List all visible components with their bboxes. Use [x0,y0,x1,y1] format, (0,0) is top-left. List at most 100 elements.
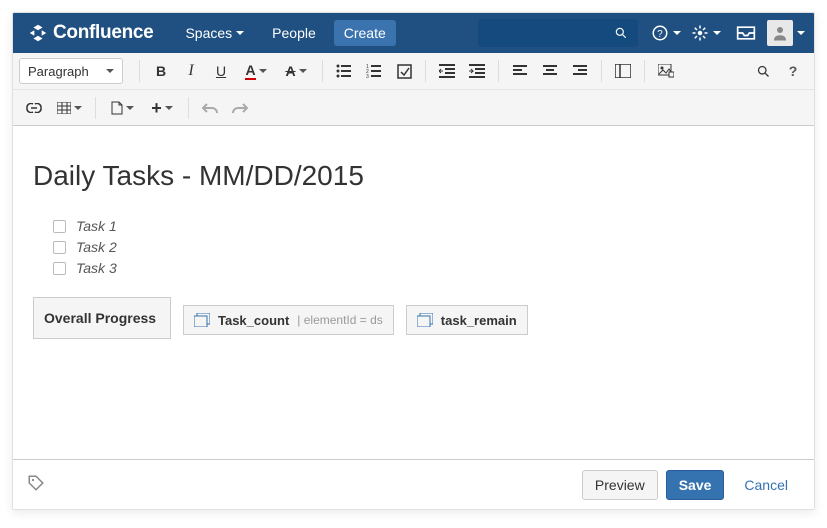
task-item[interactable]: Task 2 [53,237,794,258]
help-button[interactable]: ? [778,56,808,86]
underline-button[interactable]: U [206,56,236,86]
progress-header-cell[interactable]: Overall Progress [33,297,171,339]
insert-more-button[interactable]: + [142,93,182,123]
profile-menu[interactable] [766,13,806,53]
editor-toolbar: Paragraph B I U A A 123 [13,53,814,126]
page-icon [111,101,123,115]
align-center-icon [543,65,557,77]
labels-button[interactable] [27,474,45,495]
outdent-icon [439,64,455,78]
link-button[interactable] [19,93,49,123]
bullet-list-button[interactable] [329,56,359,86]
nav-spaces[interactable]: Spaces [171,13,258,53]
italic-button[interactable]: I [176,56,206,86]
macro-placeholder[interactable]: Task_count elementId = ds [183,305,394,335]
task-label: Task 3 [76,258,117,279]
align-right-icon [573,65,587,77]
global-header: Confluence Spaces People Create ? [13,13,814,53]
bullet-list-icon [336,64,352,78]
caret-down-icon [236,31,244,35]
checkbox-icon[interactable] [53,220,66,233]
save-label: Save [679,477,712,493]
task-list-button[interactable] [389,56,419,86]
search-icon [614,26,628,40]
paragraph-style-select[interactable]: Paragraph [19,58,123,84]
person-icon [771,24,789,42]
checkbox-icon[interactable] [53,241,66,254]
cancel-label: Cancel [744,477,788,493]
link-icon [26,103,42,113]
create-label: Create [344,25,386,41]
task-item[interactable]: Task 1 [53,216,794,237]
macro-name: Task_count [218,313,289,328]
redo-button[interactable] [225,93,255,123]
search-input[interactable] [478,19,638,47]
numbered-list-icon: 123 [366,64,382,78]
page-layout-button[interactable] [608,56,638,86]
app-frame: Confluence Spaces People Create ? [12,12,815,510]
text-color-button[interactable]: A [236,56,276,86]
help-menu[interactable]: ? [646,13,686,53]
redo-icon [232,101,248,115]
progress-row: Overall Progress Task_count elementId = … [33,297,794,339]
macro-parameters: elementId = ds [297,313,383,327]
admin-menu[interactable] [686,13,726,53]
task-label: Task 2 [76,237,117,258]
numbered-list-button[interactable]: 123 [359,56,389,86]
editor-content[interactable]: Daily Tasks - MM/DD/2015 Task 1 Task 2 T… [13,126,814,460]
table-button[interactable] [49,93,89,123]
undo-icon [202,101,218,115]
nav-people-label: People [272,25,316,41]
svg-text:?: ? [657,29,663,40]
progress-cell[interactable]: Task_count elementId = ds task_remain [183,297,528,339]
checkbox-icon[interactable] [53,262,66,275]
indent-button[interactable] [462,56,492,86]
macro-placeholder[interactable]: task_remain [406,305,528,335]
save-button[interactable]: Save [666,470,725,500]
product-name: Confluence [53,22,153,44]
align-left-button[interactable] [505,56,535,86]
preview-button[interactable]: Preview [582,470,658,500]
notifications-button[interactable] [726,13,766,53]
search-icon [756,64,771,79]
preview-label: Preview [595,477,645,493]
macro-icon [194,313,210,327]
confluence-icon [27,22,49,44]
caret-down-icon [797,31,805,35]
task-item[interactable]: Task 3 [53,258,794,279]
svg-text:3: 3 [366,74,369,78]
tray-icon [736,25,756,41]
confluence-logo[interactable]: Confluence [27,22,153,44]
caret-down-icon [106,69,114,73]
macro-name: task_remain [441,313,517,328]
undo-button[interactable] [195,93,225,123]
insert-template-button[interactable] [102,93,142,123]
bold-button[interactable]: B [146,56,176,86]
nav-people[interactable]: People [258,13,330,53]
task-label: Task 1 [76,216,117,237]
align-left-icon [513,65,527,77]
avatar [767,20,793,46]
tag-icon [27,474,45,492]
editor-footer: Preview Save Cancel [13,459,814,509]
table-icon [57,102,71,114]
paragraph-style-label: Paragraph [28,64,89,79]
layout-icon [615,64,631,78]
nav-spaces-label: Spaces [185,25,232,41]
align-center-button[interactable] [535,56,565,86]
cancel-button[interactable]: Cancel [732,470,800,500]
insert-files-button[interactable] [651,56,681,86]
outdent-button[interactable] [432,56,462,86]
gear-icon [691,24,709,42]
macro-icon [417,313,433,327]
image-insert-icon [658,64,674,78]
find-replace-button[interactable] [748,56,778,86]
page-title[interactable]: Daily Tasks - MM/DD/2015 [33,160,794,192]
caret-down-icon [713,31,721,35]
more-formatting-button[interactable]: A [276,56,316,86]
task-list: Task 1 Task 2 Task 3 [33,216,794,279]
align-right-button[interactable] [565,56,595,86]
create-button[interactable]: Create [334,20,396,46]
checkbox-icon [397,64,412,79]
indent-icon [469,64,485,78]
